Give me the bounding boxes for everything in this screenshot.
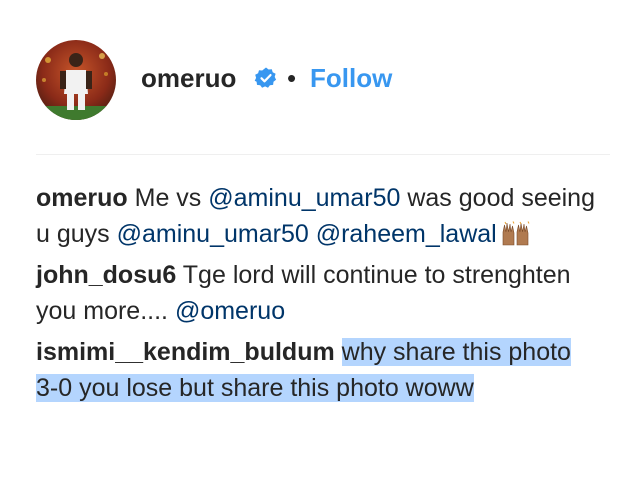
verified-badge-icon [254,67,277,88]
follow-button[interactable]: Follow [310,62,392,94]
avatar-photo [36,40,116,120]
comment-author[interactable]: ismimi__kendim_buldum [36,338,335,366]
comments-list: omeruo Me vs @aminu_umar50 was good seei… [36,180,596,411]
mention-link[interactable]: @aminu_umar50 [117,220,309,248]
mention-link[interactable]: @omeruo [175,297,285,325]
separator-dot: • [287,63,297,93]
divider [36,154,610,155]
raised-hands-emoji [502,221,530,246]
comment-author[interactable]: omeruo [36,184,128,212]
mention-link[interactable]: @raheem_lawal [316,220,497,248]
comment-author[interactable]: john_dosu6 [36,261,176,289]
post-header: omeruo • Follow [0,0,620,155]
comment-text [335,338,342,366]
comment: omeruo Me vs @aminu_umar50 was good seei… [36,180,596,252]
post-username[interactable]: omeruo [141,62,236,94]
comment-text: Me vs [127,184,209,212]
comment-text [309,220,316,248]
avatar[interactable] [36,40,116,120]
comment: ismimi__kendim_buldum why share this pho… [36,334,596,406]
mention-link[interactable]: @aminu_umar50 [208,184,400,212]
comment: john_dosu6 Tge lord will continue to str… [36,257,596,329]
